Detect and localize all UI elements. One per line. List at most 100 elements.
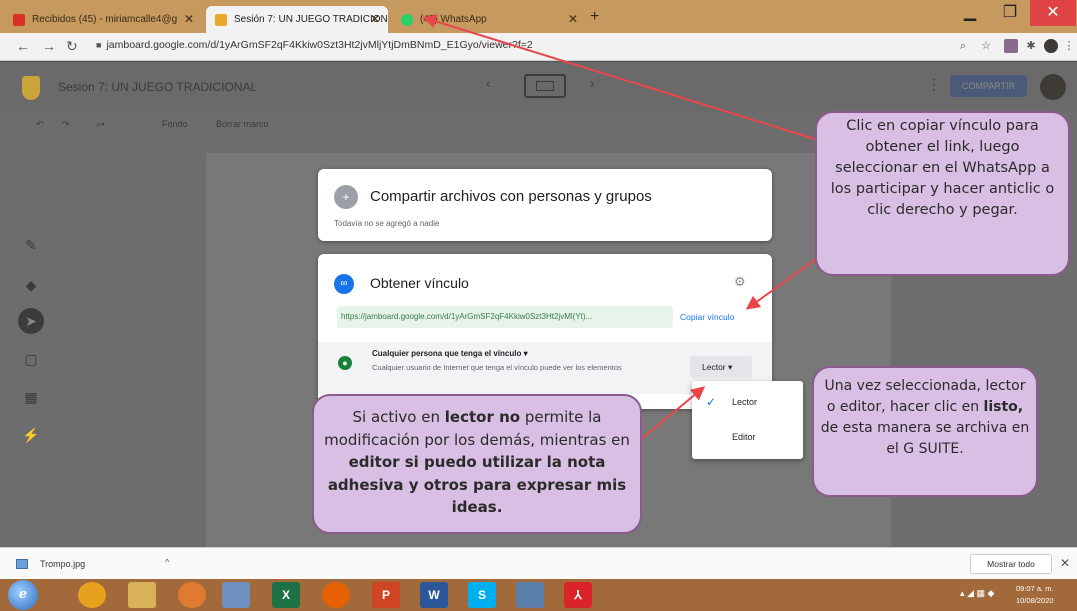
new-tab-button[interactable]: +	[590, 8, 599, 26]
file-explorer-icon[interactable]	[128, 582, 156, 608]
frame-bar[interactable]	[524, 74, 566, 98]
extensions-puzzle-icon[interactable]: ✱	[1024, 39, 1038, 53]
annotation-text: Si activo en	[352, 408, 445, 426]
tab-title: Sesión 7: UN JUEGO TRADICION	[234, 14, 388, 25]
document-title[interactable]: Sesión 7: UN JUEGO TRADICIONAL	[58, 80, 257, 94]
access-description: Cualquier usuario de Internet que tenga …	[372, 363, 622, 372]
zoom-icon[interactable]: ⌕▾	[96, 119, 105, 130]
role-option-label: Lector	[732, 397, 758, 407]
download-item[interactable]: Trompo.jpg	[40, 559, 85, 569]
tab-whatsapp[interactable]: (45) WhatsApp ✕	[392, 6, 586, 33]
select-cursor-icon[interactable]: ➤	[18, 308, 44, 334]
previous-frame-icon[interactable]: ‹	[486, 76, 490, 91]
maximize-button[interactable]: ❐	[990, 0, 1030, 26]
forward-arrow-icon[interactable]: →	[42, 38, 56, 54]
add-people-icon: +	[334, 185, 358, 209]
whatsapp-icon	[401, 14, 413, 26]
profile-avatar[interactable]	[1044, 39, 1058, 53]
share-button-label: COMPARTIR	[961, 81, 1016, 91]
chrome-icon[interactable]	[78, 582, 106, 608]
url-text: jamboard.google.com/d/1yArGmSF2qF4Kkiw0S…	[106, 39, 533, 51]
taskbar: e X P W S ⅄ ▴ ◢ ▦ ◆ 09:07 a. m. 10/08/20…	[0, 579, 1077, 611]
pen-icon[interactable]: ✎	[18, 232, 44, 258]
more-menu-icon[interactable]: ⋮	[927, 76, 941, 93]
share-dialog: + Compartir archivos con personas y grup…	[318, 169, 772, 241]
chevron-up-icon[interactable]: ^	[165, 557, 169, 567]
role-option-lector[interactable]: ✓ Lector	[692, 388, 803, 416]
get-link-title: Obtener vínculo	[370, 275, 469, 291]
acrobat-icon[interactable]: ⅄	[564, 582, 592, 608]
gmail-icon	[13, 14, 25, 26]
jamboard-logo	[22, 76, 40, 100]
url-field[interactable]: ■ jamboard.google.com/d/1yArGmSF2qF4Kkiw0…	[96, 39, 533, 51]
browser-tab-strip: Recibidos (45) - miriamcalle4@g ✕ Sesión…	[0, 0, 1077, 33]
back-arrow-icon[interactable]: ←	[16, 38, 30, 54]
share-dialog-subtitle: Todavía no se agregó a nadie	[334, 219, 440, 228]
annotation-text: de esta manera se archiva en el G SUITE.	[820, 420, 1030, 457]
access-scope-label: Cualquier persona que tenga el vínculo	[372, 349, 522, 358]
skype-icon[interactable]: S	[468, 582, 496, 608]
undo-icon[interactable]: ↶	[36, 119, 44, 130]
annotation-bold: lector no	[444, 408, 521, 426]
sticky-note-icon[interactable]: ▢	[18, 346, 44, 372]
next-frame-icon[interactable]: ›	[590, 76, 594, 91]
jamboard-icon	[215, 14, 227, 26]
photos-icon[interactable]	[516, 582, 544, 608]
globe-icon: ●	[338, 356, 352, 370]
role-menu: ✓ Lector Editor	[692, 381, 803, 459]
close-icon[interactable]: ✕	[370, 6, 380, 33]
close-icon[interactable]: ✕	[184, 6, 194, 33]
zoom-icon[interactable]: ⌕	[956, 39, 970, 53]
tab-title: (45) WhatsApp	[420, 14, 487, 25]
annotation-copy-link: Clic en copiar vínculo para obtener el l…	[815, 111, 1070, 276]
redo-icon[interactable]: ↷	[62, 119, 70, 130]
excel-icon[interactable]: X	[272, 582, 300, 608]
access-scope-dropdown[interactable]: Cualquier persona que tenga el vínculo ▾	[372, 349, 528, 358]
gear-icon[interactable]: ⚙	[734, 274, 746, 290]
bookmark-star-icon[interactable]: ☆	[979, 39, 993, 53]
ie-icon[interactable]: e	[8, 580, 38, 610]
clear-frame-button[interactable]: Borrar marco	[216, 119, 269, 129]
share-button[interactable]: COMPARTIR	[950, 75, 1027, 97]
clock-date: 10/08/2020	[1016, 596, 1054, 605]
minimize-button[interactable]: ▁	[950, 0, 990, 26]
paint-icon[interactable]	[178, 582, 206, 608]
tab-gmail[interactable]: Recibidos (45) - miriamcalle4@g ✕	[4, 6, 202, 33]
tab-jamboard[interactable]: Sesión 7: UN JUEGO TRADICION ✕	[206, 6, 388, 33]
reload-icon[interactable]: ↻	[66, 38, 78, 55]
link-url-field[interactable]: https://jamboard.google.com/d/1yArGmSF2q…	[337, 306, 673, 328]
role-dropdown[interactable]: Lector ▾	[690, 356, 752, 378]
firefox-icon[interactable]	[322, 582, 350, 608]
role-option-label: Editor	[732, 432, 756, 442]
system-tray-icons[interactable]: ▴ ◢ ▦ ◆	[960, 588, 994, 599]
role-option-editor[interactable]: Editor	[692, 423, 803, 451]
laser-icon[interactable]: ⚡	[18, 422, 44, 448]
system-clock[interactable]: 09:07 a. m. 10/08/2020	[1016, 583, 1054, 607]
share-dialog-title: Compartir archivos con personas y grupos	[370, 188, 652, 205]
close-window-button[interactable]: ✕	[1030, 0, 1076, 26]
frame-thumbnail	[536, 81, 554, 91]
powerpoint-icon[interactable]: P	[372, 582, 400, 608]
copy-link-button[interactable]: Copiar vínculo	[680, 306, 734, 328]
extension-icon[interactable]	[1004, 39, 1018, 53]
annotation-bold: listo,	[983, 399, 1024, 415]
close-icon[interactable]: ✕	[568, 6, 578, 33]
document-icon[interactable]	[222, 582, 250, 608]
app-header: Sesión 7: UN JUEGO TRADICIONAL ‹ › ⋮ COM…	[0, 62, 1077, 112]
avatar[interactable]	[1040, 74, 1066, 100]
lock-icon: ■	[96, 40, 102, 50]
chrome-menu-icon[interactable]: ⋮	[1062, 39, 1076, 53]
show-all-button[interactable]: Mostrar todo	[970, 554, 1052, 574]
address-bar: ← → ↻ ■ jamboard.google.com/d/1yArGmSF2qF…	[0, 33, 1077, 61]
word-icon[interactable]: W	[420, 582, 448, 608]
role-value: Lector	[702, 362, 726, 372]
image-icon[interactable]: ▦	[18, 384, 44, 410]
annotation-bold: editor si puedo utilizar la nota adhesiv…	[327, 453, 627, 516]
close-icon[interactable]: ✕	[1060, 556, 1070, 570]
check-icon: ✓	[706, 395, 717, 409]
link-icon: ∞	[334, 274, 354, 294]
clock-time: 09:07 a. m.	[1016, 584, 1054, 593]
background-button[interactable]: Fondo	[162, 119, 188, 129]
image-file-icon	[16, 559, 28, 569]
eraser-icon[interactable]: ◆	[18, 272, 44, 298]
